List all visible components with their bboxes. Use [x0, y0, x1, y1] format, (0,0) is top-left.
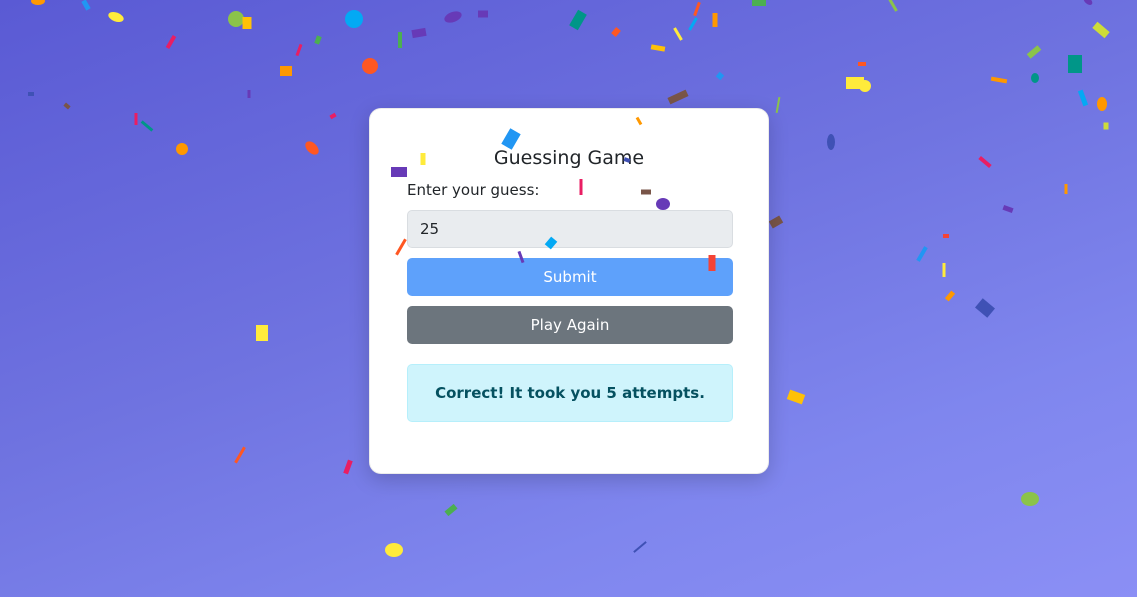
- confetti-piece: [478, 10, 488, 18]
- confetti-piece: [228, 11, 244, 27]
- confetti-piece: [176, 143, 188, 155]
- confetti-piece: [1092, 21, 1110, 39]
- confetti-piece: [247, 90, 251, 98]
- confetti-piece: [1064, 184, 1068, 194]
- confetti-piece: [362, 58, 378, 74]
- confetti-piece: [134, 113, 138, 125]
- confetti-piece: [314, 35, 322, 45]
- result-alert: Correct! It took you 5 attempts.: [407, 364, 733, 422]
- confetti-piece: [978, 155, 992, 169]
- confetti-piece: [165, 34, 177, 50]
- confetti-piece: [1103, 122, 1109, 130]
- confetti-piece: [1097, 97, 1107, 111]
- submit-button[interactable]: Submit: [407, 258, 733, 296]
- confetti-piece: [385, 543, 403, 557]
- confetti-piece: [63, 102, 71, 110]
- confetti-piece: [108, 11, 124, 23]
- confetti-piece: [786, 389, 806, 405]
- confetti-piece: [650, 44, 666, 52]
- confetti-piece: [1002, 204, 1014, 214]
- confetti-piece: [1083, 0, 1093, 5]
- confetti-piece: [242, 17, 252, 29]
- confetti-piece: [1021, 492, 1039, 506]
- confetti-piece: [775, 96, 781, 114]
- confetti-piece: [667, 89, 689, 105]
- game-title: Guessing Game: [493, 147, 645, 169]
- confetti-piece: [398, 32, 402, 48]
- confetti-piece: [1068, 55, 1082, 73]
- confetti-piece: [569, 9, 587, 31]
- confetti-piece: [1026, 45, 1042, 59]
- confetti-piece: [827, 134, 835, 150]
- confetti-piece: [329, 112, 337, 120]
- confetti-piece: [28, 92, 34, 96]
- confetti-piece: [444, 503, 458, 517]
- confetti-piece: [944, 290, 956, 302]
- confetti-piece: [858, 62, 866, 66]
- confetti-piece: [611, 27, 621, 37]
- confetti-piece: [688, 17, 698, 31]
- confetti-piece: [343, 459, 353, 475]
- confetti-piece: [411, 27, 427, 39]
- confetti-piece: [712, 13, 718, 27]
- confetti-piece: [1077, 89, 1089, 107]
- confetti-piece: [81, 0, 91, 11]
- confetti-piece: [140, 120, 154, 132]
- confetti-piece: [715, 71, 725, 81]
- guess-input[interactable]: [407, 210, 733, 248]
- confetti-piece: [1031, 73, 1039, 83]
- confetti-piece: [943, 234, 949, 238]
- confetti-piece: [633, 541, 647, 553]
- guess-input-label: Enter your guess:: [407, 181, 540, 199]
- confetti-piece: [305, 141, 319, 155]
- result-message: Correct! It took you 5 attempts.: [435, 384, 705, 402]
- confetti-piece: [345, 10, 363, 28]
- confetti-piece: [444, 11, 462, 23]
- confetti-piece: [295, 43, 303, 57]
- confetti-piece: [859, 80, 871, 92]
- confetti-piece: [280, 66, 292, 76]
- confetti-piece: [916, 246, 928, 262]
- confetti-piece: [752, 0, 766, 6]
- confetti-piece: [990, 76, 1008, 84]
- confetti-piece: [234, 446, 246, 464]
- confetti-piece: [693, 1, 701, 17]
- game-card: Guessing Game Enter your guess: Submit P…: [369, 108, 769, 474]
- confetti-piece: [31, 0, 45, 5]
- confetti-piece: [888, 0, 898, 12]
- confetti-piece: [975, 298, 995, 318]
- play-again-button[interactable]: Play Again: [407, 306, 733, 344]
- confetti-piece: [942, 263, 946, 277]
- confetti-piece: [768, 215, 784, 229]
- confetti-piece: [256, 325, 268, 341]
- confetti-piece: [673, 27, 683, 41]
